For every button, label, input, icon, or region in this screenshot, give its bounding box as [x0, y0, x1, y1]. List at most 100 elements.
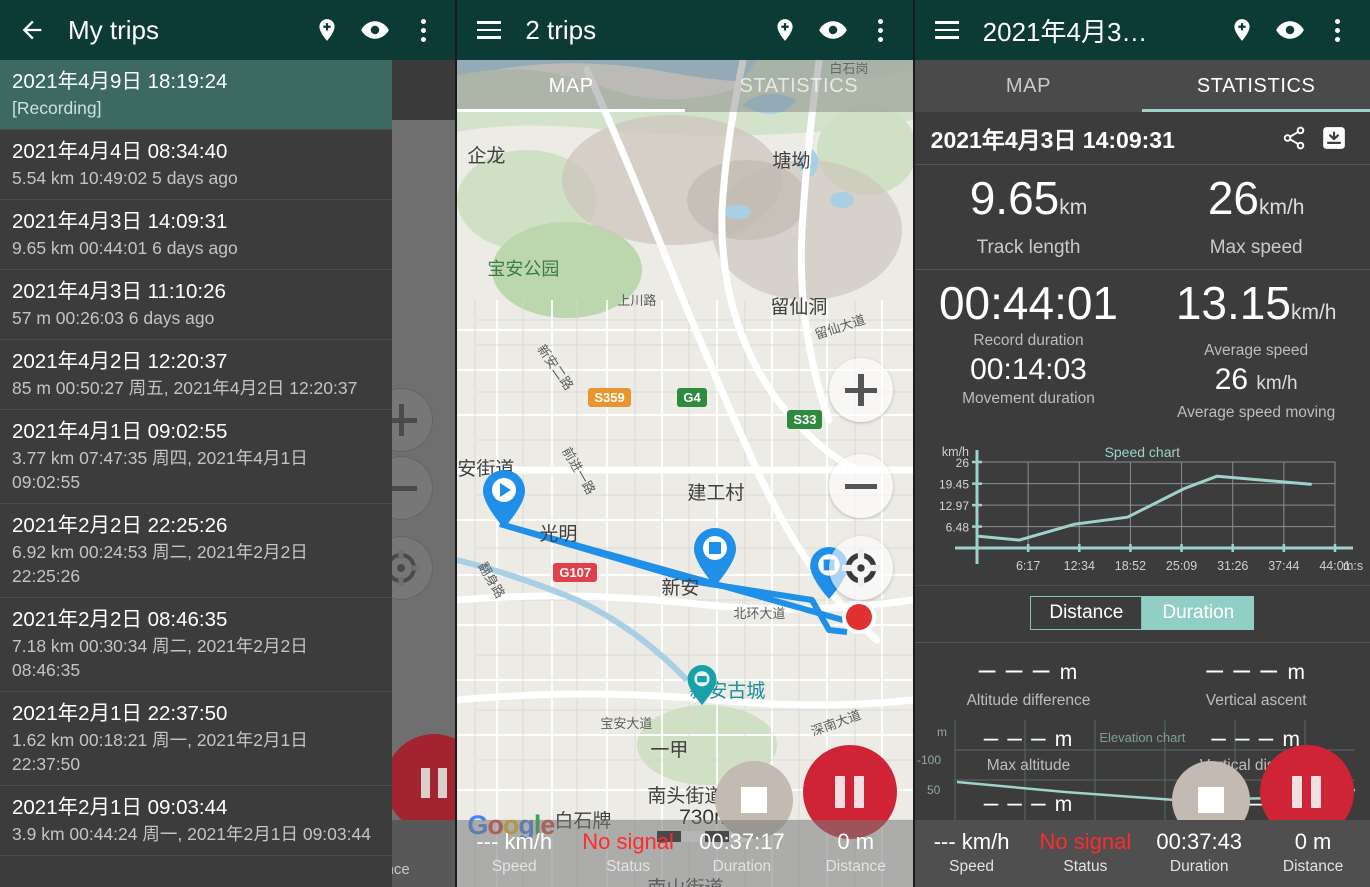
- start-marker-icon[interactable]: [483, 470, 526, 528]
- panel-statistics: 2021年4月3… MAP STATISTICS 2021年4月3日 14:09…: [914, 0, 1370, 887]
- map-label: 宝安公园: [487, 259, 560, 279]
- eye-icon: [361, 21, 390, 39]
- list-item[interactable]: 2021年2月1日 09:03:44 3.9 km 00:44:24 周一, 2…: [0, 786, 392, 856]
- list-item[interactable]: 2021年2月2日 22:25:26 6.92 km 00:24:53 周二, …: [0, 504, 392, 598]
- status-duration: 00:37:43 Duration: [1142, 820, 1256, 887]
- stat-label: Record duration: [973, 332, 1084, 349]
- my-location-button[interactable]: [828, 536, 893, 600]
- road-shield: G4: [677, 388, 707, 407]
- trip-list[interactable]: 2021年4月9日 18:19:24 [Recording] 2021年4月4日…: [0, 60, 392, 887]
- toggle-distance[interactable]: Distance: [1030, 596, 1143, 630]
- svg-text:-100: -100: [917, 753, 941, 767]
- status-label: Duration: [1169, 858, 1229, 875]
- add-location-icon: [319, 19, 335, 41]
- status-label: Status: [606, 858, 651, 875]
- list-item[interactable]: 2021年2月1日 22:37:50 1.62 km 00:18:21 周一, …: [0, 692, 392, 786]
- hamburger-menu-icon: [934, 21, 959, 39]
- tab-statistics[interactable]: STATISTICS: [685, 60, 913, 112]
- overflow-menu-button[interactable]: [859, 8, 903, 52]
- overflow-menu-button[interactable]: [1316, 8, 1360, 52]
- current-position-dot[interactable]: [838, 596, 880, 638]
- status-label: Duration: [712, 858, 772, 875]
- road-shield: S33: [787, 410, 823, 429]
- pause-button-dimmed[interactable]: [385, 734, 456, 832]
- overflow-menu-button[interactable]: [401, 8, 445, 52]
- trip-title: 2021年4月1日 09:02:55: [12, 420, 228, 443]
- back-button[interactable]: [10, 8, 54, 52]
- trip-title: 2021年2月1日 09:03:44: [12, 796, 228, 819]
- stat-value: 00:44:01: [938, 277, 1119, 329]
- status-label: Distance: [1282, 858, 1344, 875]
- list-item[interactable]: 2021年4月4日 08:34:40 5.54 km 10:49:02 5 da…: [0, 130, 392, 200]
- list-item[interactable]: 2021年4月3日 14:09:31 9.65 km 00:44:01 6 da…: [0, 200, 392, 270]
- pause-icon: [835, 776, 865, 808]
- status-label: Speed: [491, 858, 537, 875]
- trip-title: 2021年4月9日 18:19:24: [12, 70, 228, 93]
- status-speed: --- km/h Speed: [457, 820, 571, 887]
- svg-text:12:34: 12:34: [1063, 559, 1094, 573]
- list-item[interactable]: 2021年4月2日 12:20:37 85 m 00:50:27 周五, 202…: [0, 340, 392, 410]
- stat-value: 9.65km: [969, 172, 1088, 224]
- trip-sub: 57 m 00:26:03 6 days ago: [12, 308, 215, 328]
- download-icon: [1323, 127, 1345, 149]
- visibility-button[interactable]: [1268, 8, 1312, 52]
- download-button[interactable]: [1314, 118, 1354, 158]
- visibility-button[interactable]: [353, 8, 397, 52]
- menu-button[interactable]: [467, 8, 511, 52]
- statistics-body: 2021年4月3… MAP STATISTICS 2021年4月3日 14:09…: [914, 0, 1370, 887]
- toggle-duration[interactable]: Duration: [1142, 596, 1255, 630]
- eye-icon: [1276, 21, 1304, 39]
- zoom-out-button[interactable]: [828, 454, 893, 518]
- appbar-statistics: 2021年4月3…: [914, 0, 1370, 60]
- status-distance: 0 m Distance: [799, 820, 913, 887]
- list-item[interactable]: 2021年4月3日 11:10:26 57 m 00:26:03 6 days …: [0, 270, 392, 340]
- stat-value: – – – m: [1206, 653, 1306, 686]
- status-bar: --- km/h Speed No signal Status 00:37:17…: [457, 820, 913, 887]
- add-location-icon: [1234, 19, 1250, 41]
- stop-icon: [740, 787, 767, 813]
- menu-button[interactable]: [925, 8, 969, 52]
- zoom-in-button[interactable]: [828, 358, 893, 422]
- add-location-button[interactable]: [305, 8, 349, 52]
- panel-my-trips: 0 m Distance My trips: [0, 0, 456, 887]
- list-item[interactable]: 2021年4月1日 09:02:55 3.77 km 07:47:35 周四, …: [0, 410, 392, 504]
- tab-statistics[interactable]: STATISTICS: [1142, 60, 1370, 112]
- map-label: 企龙: [467, 146, 506, 167]
- trip-title: 2021年4月3日 11:10:26: [12, 280, 226, 303]
- stat-label: Average speed moving: [1177, 404, 1336, 421]
- add-location-button[interactable]: [763, 8, 807, 52]
- svg-text:50: 50: [927, 783, 941, 797]
- trip-title: 2021年2月1日 22:37:50: [12, 702, 228, 725]
- tab-map[interactable]: MAP: [915, 60, 1143, 112]
- stat-label: Altitude difference: [966, 692, 1091, 709]
- hamburger-menu-icon: [477, 21, 502, 39]
- stop-marker-icon[interactable]: [694, 528, 737, 586]
- stat-vertical-ascent: – – – m Vertical ascent: [1142, 643, 1370, 712]
- stat-altitude-difference: – – – m Altitude difference: [915, 643, 1143, 712]
- visibility-button[interactable]: [811, 8, 855, 52]
- page-title: 2021年4月3…: [982, 16, 1148, 47]
- chart-title: Speed chart: [1104, 444, 1181, 460]
- status-label: Status: [1063, 858, 1108, 875]
- stat-value: 00:14:03: [970, 353, 1087, 386]
- poi-marker-icon[interactable]: [687, 665, 717, 705]
- page-title: My trips: [68, 14, 159, 45]
- stat-speeds: 13.15km/h Average speed 26 km/h Average …: [1142, 270, 1370, 432]
- overflow-menu-icon: [878, 18, 884, 42]
- svg-text:19.45: 19.45: [939, 478, 969, 492]
- stat-track-length: 9.65km Track length: [915, 165, 1143, 269]
- share-button[interactable]: [1274, 118, 1314, 158]
- tab-map[interactable]: MAP: [457, 60, 685, 112]
- add-location-button[interactable]: [1220, 8, 1264, 52]
- road-shield: G107: [553, 563, 598, 582]
- svg-text:37:44: 37:44: [1268, 559, 1299, 573]
- add-location-icon: [777, 19, 793, 41]
- chart-axis-toggle: Distance Duration: [914, 586, 1370, 643]
- status-value: No signal: [1039, 829, 1132, 854]
- stat-label: Average speed: [1204, 342, 1309, 359]
- list-item[interactable]: 2021年2月2日 08:46:35 7.18 km 00:30:34 周二, …: [0, 598, 392, 692]
- list-item[interactable]: 2021年4月9日 18:19:24 [Recording]: [0, 60, 392, 130]
- stat-label: Track length: [976, 237, 1081, 258]
- trip-sub: 5.54 km 10:49:02 5 days ago: [12, 168, 238, 188]
- stop-icon: [1197, 787, 1224, 813]
